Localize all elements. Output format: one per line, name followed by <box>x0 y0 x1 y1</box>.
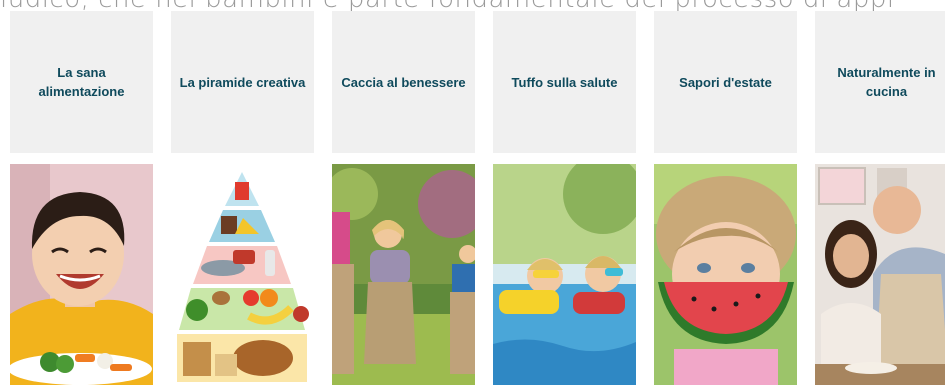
activity-card-piramide-creativa[interactable]: La piramide creativa <box>171 11 314 385</box>
card-title: Naturalmente in cucina <box>837 65 936 99</box>
card-image-boy-eating[interactable] <box>10 164 153 385</box>
activity-card-tuffo-salute[interactable]: Tuffo sulla salute <box>493 11 636 385</box>
card-title-button[interactable]: Caccia al benessere <box>332 11 475 153</box>
card-title: La sana alimentazione <box>38 65 125 99</box>
card-image-kitchen[interactable] <box>815 164 945 385</box>
activity-card-sapori-estate[interactable]: Sapori d'estate <box>654 11 797 385</box>
activity-card-sana-alimentazione[interactable]: La sana alimentazione <box>10 11 153 385</box>
activity-card-caccia-benessere[interactable]: Caccia al benessere <box>332 11 475 385</box>
card-title-button[interactable]: Naturalmente in cucina <box>815 11 945 153</box>
card-title: La piramide creativa <box>179 74 306 90</box>
card-title: Sapori d'estate <box>679 74 772 90</box>
card-title: Caccia al benessere <box>341 74 466 90</box>
card-image-food-pyramid[interactable] <box>171 164 314 385</box>
card-title-button[interactable]: Tuffo sulla salute <box>493 11 636 153</box>
activity-card-naturalmente-cucina[interactable]: Naturalmente in cucina <box>815 11 945 385</box>
activities-grid: La sana alimentazione La piramide creati… <box>10 11 945 385</box>
card-image-watermelon-girl[interactable] <box>654 164 797 385</box>
card-title-button[interactable]: La sana alimentazione <box>10 11 153 153</box>
card-title-button[interactable]: Sapori d'estate <box>654 11 797 153</box>
card-image-children-pool[interactable] <box>493 164 636 385</box>
card-title: Tuffo sulla salute <box>511 74 618 90</box>
card-title-button[interactable]: La piramide creativa <box>171 11 314 153</box>
card-image-sack-race[interactable] <box>332 164 475 385</box>
